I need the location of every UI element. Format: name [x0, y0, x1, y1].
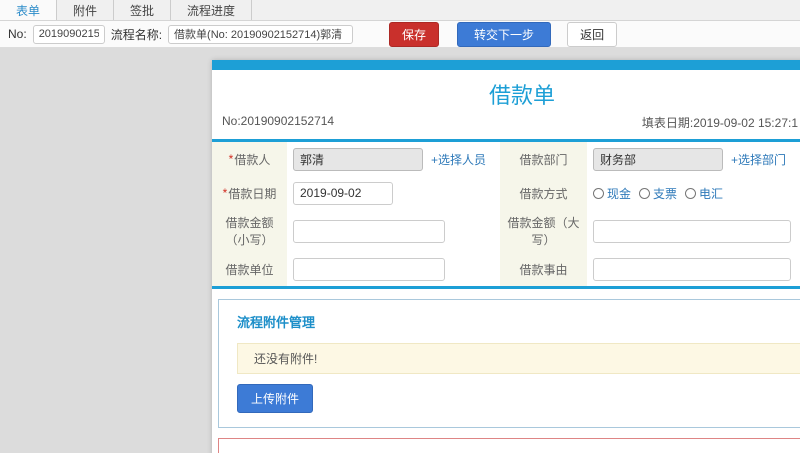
unit-label: 借款单位: [225, 262, 274, 277]
required-asterisk: *: [228, 152, 234, 166]
reason-label-cell: 借款事由: [500, 252, 587, 286]
amount-small-input[interactable]: [293, 219, 445, 243]
reason-input[interactable]: [593, 257, 791, 281]
amount-small-label: 借款金额（小写）: [225, 216, 274, 247]
unit-input[interactable]: [293, 257, 445, 281]
tab-progress-label: 流程进度: [187, 3, 236, 18]
amount-small-field-cell: [287, 210, 500, 252]
loan-form-card: 借款单 No:20190902152714 填表日期:2019-09-02 15…: [212, 60, 800, 453]
unit-label-cell: 借款单位: [212, 252, 287, 286]
tab-attachments-label: 附件: [73, 3, 98, 18]
method-wire-label[interactable]: 电汇: [699, 185, 723, 202]
borrower-field-cell: +选择人员: [287, 142, 500, 176]
loan-date-field-cell: [287, 176, 500, 210]
department-label-cell: 借款部门: [500, 142, 587, 176]
approval-opinion-section: 流程签批意见 B I abc: [218, 438, 800, 453]
borrower-label: 借款人: [234, 152, 271, 167]
method-field-cell: 现金 支票 电汇: [587, 176, 800, 210]
form-bottom-divider: [212, 286, 800, 289]
method-cheque-radio[interactable]: [639, 187, 651, 199]
no-label: No:: [8, 27, 27, 41]
reason-label: 借款事由: [519, 262, 568, 277]
main-area: 借款单 No:20190902152714 填表日期:2019-09-02 15…: [0, 48, 800, 453]
method-label-cell: 借款方式: [500, 176, 587, 210]
amount-small-label-cell: 借款金额（小写）: [212, 210, 287, 252]
loan-form-grid: * 借款人 +选择人员 借款部门 +选择部门 * 借款日期: [212, 142, 800, 286]
required-asterisk: *: [222, 186, 228, 200]
no-attachments-message: 还没有附件!: [237, 343, 800, 374]
attachments-section: 流程附件管理 还没有附件! 上传附件: [218, 299, 800, 428]
reason-field-cell: [587, 252, 800, 286]
method-cheque-label[interactable]: 支票: [653, 185, 677, 202]
loan-date-input[interactable]: [293, 181, 393, 205]
action-toolbar: No: 流程名称: 保存 转交下一步 返回: [0, 21, 800, 48]
department-input[interactable]: [593, 147, 723, 171]
upload-attachment-button[interactable]: 上传附件: [237, 384, 314, 413]
department-field-cell: +选择部门: [587, 142, 800, 176]
method-wire-radio[interactable]: [685, 187, 697, 199]
amount-big-label: 借款金额（大写）: [507, 216, 580, 247]
select-department-link[interactable]: +选择部门: [731, 151, 786, 168]
amount-big-input[interactable]: [593, 219, 791, 243]
form-date-text: 填表日期:2019-09-02 15:27:1: [641, 116, 798, 130]
unit-field-cell: [287, 252, 500, 286]
form-no-text: No:20190902152714: [222, 114, 335, 128]
card-top-accent-bar: [212, 60, 800, 70]
select-person-link[interactable]: +选择人员: [431, 151, 486, 168]
tab-form[interactable]: 表单: [0, 0, 58, 20]
borrower-input[interactable]: [293, 147, 423, 171]
save-button[interactable]: 保存: [389, 21, 440, 47]
loan-date-label: 借款日期: [228, 186, 277, 201]
tab-approval-label: 签批: [130, 3, 155, 18]
tab-form-label: 表单: [16, 3, 41, 18]
back-button[interactable]: 返回: [567, 21, 618, 47]
loan-date-label-cell: * 借款日期: [212, 176, 287, 210]
amount-big-label-cell: 借款金额（大写）: [500, 210, 587, 252]
method-label: 借款方式: [519, 186, 568, 201]
forward-next-step-button[interactable]: 转交下一步: [457, 21, 552, 47]
borrower-label-cell: * 借款人: [212, 142, 287, 176]
page-title: 借款单: [488, 83, 555, 108]
flow-name-label: 流程名称:: [110, 27, 163, 42]
top-tab-bar: 表单 附件 签批 流程进度: [0, 0, 800, 21]
department-label: 借款部门: [519, 152, 568, 167]
form-meta-row: No:20190902152714 填表日期:2019-09-02 15:27:…: [212, 112, 800, 139]
loan-method-radio-group: 现金 支票 电汇: [593, 185, 729, 202]
amount-big-field-cell: [587, 210, 800, 252]
attachments-heading: 流程附件管理: [237, 315, 316, 330]
method-cash-label[interactable]: 现金: [607, 185, 631, 202]
tab-progress[interactable]: 流程进度: [171, 0, 253, 20]
tab-attachments[interactable]: 附件: [57, 0, 115, 20]
tab-approval[interactable]: 签批: [114, 0, 172, 20]
method-cash-radio[interactable]: [593, 187, 604, 199]
flow-name-input[interactable]: [168, 24, 354, 44]
no-input[interactable]: [32, 24, 105, 44]
